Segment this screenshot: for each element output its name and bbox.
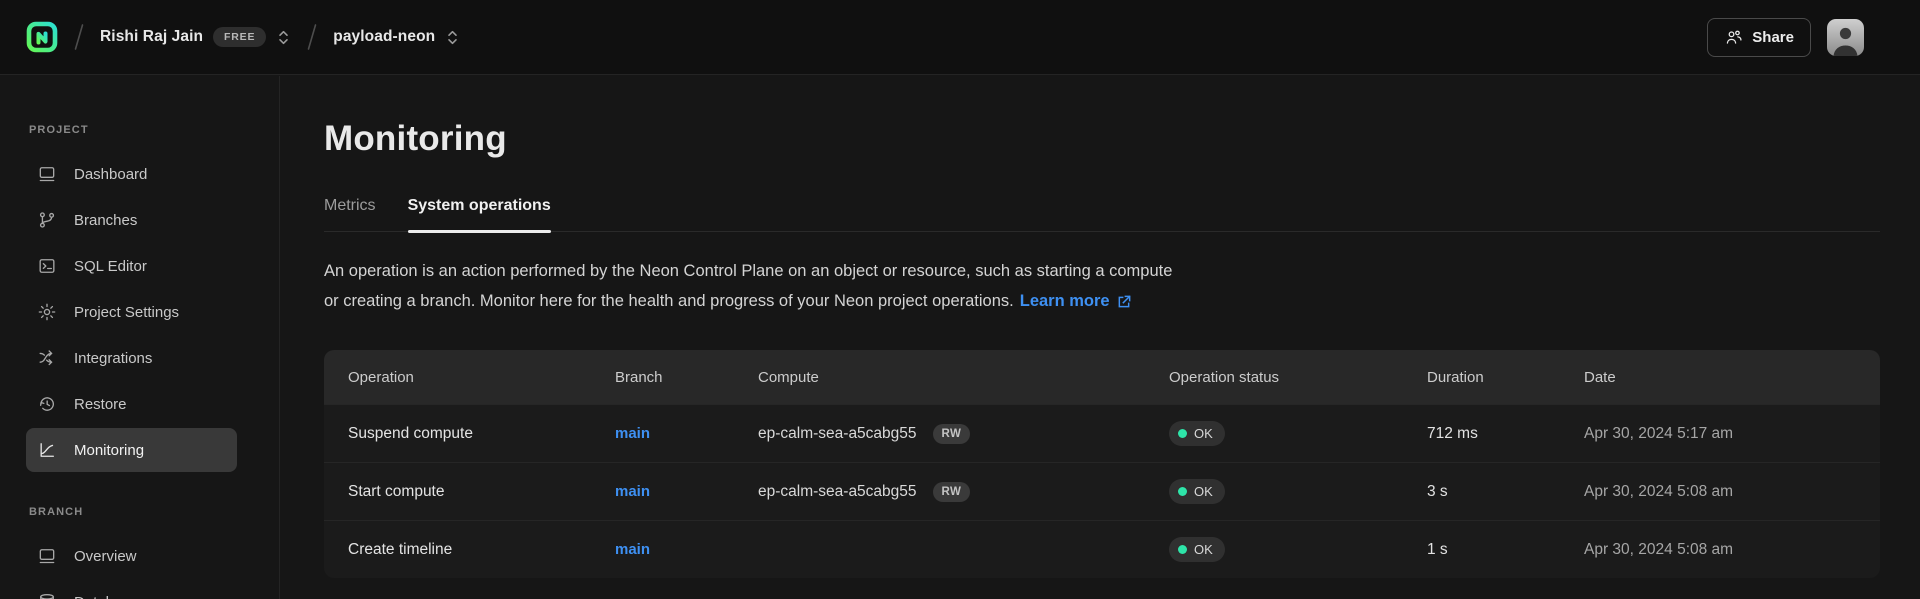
description: An operation is an action performed by t… [324, 256, 1880, 316]
status-ok-dot [1178, 487, 1187, 496]
project-selector[interactable]: payload-neon [333, 28, 460, 47]
chevron-up-down-icon[interactable] [445, 28, 460, 47]
sidebar-item-branches[interactable]: Branches [26, 198, 237, 242]
chevron-up-down-icon[interactable] [276, 28, 291, 47]
account-selector[interactable]: Rishi Raj Jain FREE [100, 27, 291, 47]
operation-cell: Suspend compute [348, 425, 615, 443]
description-line-2: or creating a branch. Monitor here for t… [324, 286, 1880, 316]
sidebar-section-project: PROJECT Dashboard Branches SQL Editor Projec… [0, 124, 279, 472]
table-row: Create timelinemain OK 1 sApr 30, 2024 5:0… [324, 520, 1880, 578]
external-link-icon [1116, 293, 1132, 310]
table-row: Start computemain ep-calm-sea-a5cabg55 RW O… [324, 462, 1880, 520]
page-title: Monitoring [324, 119, 1880, 159]
databases-icon [37, 592, 57, 599]
sidebar-item-sql-editor[interactable]: SQL Editor [26, 244, 237, 288]
status-label: OK [1194, 426, 1213, 441]
sidebar-item-databases[interactable]: Databases [26, 580, 237, 599]
tab-bar: Metrics System operations [324, 197, 1880, 232]
compute-rw-badge: RW [933, 424, 971, 444]
sidebar-item-restore[interactable]: Restore [26, 382, 237, 426]
overview-icon [37, 546, 57, 566]
column-header-branch: Branch [615, 369, 758, 386]
sidebar-item-dashboard[interactable]: Dashboard [26, 152, 237, 196]
duration-cell: 712 ms [1427, 425, 1584, 443]
sidebar-item-label: Dashboard [74, 166, 147, 183]
duration-cell: 1 s [1427, 541, 1584, 559]
operation-cell: Create timeline [348, 541, 615, 559]
branch-link[interactable]: main [615, 425, 650, 442]
sidebar-item-label: Project Settings [74, 304, 179, 321]
share-icon [1724, 28, 1743, 47]
dashboard-icon [37, 164, 57, 184]
account-name: Rishi Raj Jain [100, 28, 203, 46]
sidebar-item-monitoring[interactable]: Monitoring [26, 428, 237, 472]
sidebar-item-label: SQL Editor [74, 258, 147, 275]
sidebar-item-integrations[interactable]: Integrations [26, 336, 237, 380]
breadcrumb-separator [72, 21, 86, 53]
sidebar-section-label: PROJECT [29, 124, 279, 136]
column-header-duration: Duration [1427, 369, 1584, 386]
sidebar-item-overview[interactable]: Overview [26, 534, 237, 578]
status-badge: OK [1169, 479, 1225, 504]
column-header-date: Date [1584, 369, 1880, 386]
sidebar-item-label: Monitoring [74, 442, 144, 459]
description-line-1: An operation is an action performed by t… [324, 256, 1880, 286]
restore-icon [37, 394, 57, 414]
sidebar: PROJECT Dashboard Branches SQL Editor Projec… [0, 76, 280, 599]
compute-name: ep-calm-sea-a5cabg55 [758, 483, 917, 501]
column-header-compute: Compute [758, 369, 1169, 386]
table-header-row: OperationBranchComputeOperation statusDu… [324, 350, 1880, 404]
tab-system-operations[interactable]: System operations [408, 197, 551, 231]
status-label: OK [1194, 484, 1213, 499]
table-body: Suspend computemainep-calm-sea-a5cabg55R… [324, 404, 1880, 578]
column-header-operation: Operation [348, 369, 615, 386]
sidebar-section-label: BRANCH [29, 506, 279, 518]
status-ok-dot [1178, 545, 1187, 554]
share-button-label: Share [1752, 29, 1794, 46]
learn-more-link[interactable]: Learn more [1020, 286, 1132, 316]
sidebar-section-branch: BRANCH Overview Databases [0, 506, 279, 599]
project-settings-icon [37, 302, 57, 322]
sidebar-item-label: Databases [74, 594, 146, 599]
plan-badge: FREE [213, 27, 266, 47]
sidebar-item-label: Integrations [74, 350, 152, 367]
branches-icon [37, 210, 57, 230]
branch-link[interactable]: main [615, 483, 650, 500]
date-cell: Apr 30, 2024 5:17 am [1584, 425, 1880, 443]
breadcrumb-separator [305, 21, 319, 53]
status-label: OK [1194, 542, 1213, 557]
duration-cell: 3 s [1427, 483, 1584, 501]
compute-cell: ep-calm-sea-a5cabg55 RW [758, 482, 1169, 502]
project-name: payload-neon [333, 28, 435, 46]
neon-logo[interactable] [26, 21, 58, 53]
date-cell: Apr 30, 2024 5:08 am [1584, 483, 1880, 501]
sidebar-item-label: Overview [74, 548, 137, 565]
sidebar-item-label: Restore [74, 396, 127, 413]
sidebar-item-label: Branches [74, 212, 137, 229]
compute-cell: ep-calm-sea-a5cabg55 RW [758, 424, 1169, 444]
compute-rw-badge: RW [933, 482, 971, 502]
table-row: Suspend computemain ep-calm-sea-a5cabg55 R… [324, 404, 1880, 462]
share-button[interactable]: Share [1707, 18, 1811, 57]
tab-metrics[interactable]: Metrics [324, 197, 376, 231]
status-badge: OK [1169, 537, 1225, 562]
sidebar-item-project-settings[interactable]: Project Settings [26, 290, 237, 334]
operations-table: OperationBranchComputeOperation statusDu… [324, 350, 1880, 578]
avatar[interactable] [1827, 19, 1864, 56]
topbar: Rishi Raj Jain FREE payload-neon Share [0, 0, 1920, 75]
main-content: Monitoring Metrics System operations An … [280, 75, 1920, 578]
operation-cell: Start compute [348, 483, 615, 501]
integrations-icon [37, 348, 57, 368]
status-ok-dot [1178, 429, 1187, 438]
branch-link[interactable]: main [615, 541, 650, 558]
monitoring-icon [37, 440, 57, 460]
date-cell: Apr 30, 2024 5:08 am [1584, 541, 1880, 559]
compute-name: ep-calm-sea-a5cabg55 [758, 425, 917, 443]
status-badge: OK [1169, 421, 1225, 446]
sql-editor-icon [37, 256, 57, 276]
column-header-operation-status: Operation status [1169, 369, 1427, 386]
